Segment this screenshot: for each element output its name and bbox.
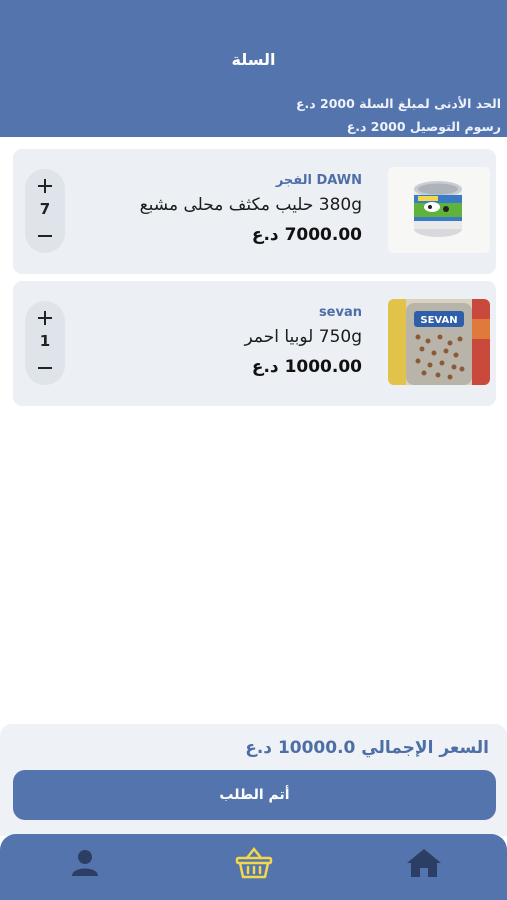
product-price: 1000.00 د.ع [251,357,362,377]
quantity-stepper: 1 [25,301,65,385]
plus-icon[interactable] [25,306,65,330]
product-price: 7000.00 د.ع [251,225,362,245]
svg-text:SEVAN: SEVAN [420,315,457,326]
delivery-fee-note: رسوم التوصيل 2000 د.ع [346,119,501,134]
minus-icon[interactable] [25,356,65,380]
minus-icon[interactable] [25,224,65,248]
user-icon[interactable] [65,846,105,880]
product-image: SEVAN [388,299,490,385]
total-price: السعر الإجمالي 10000.0 د.ع [245,738,489,758]
product-name: 750g لوبيا احمر [244,327,362,347]
quantity-value: 1 [39,332,51,350]
min-order-note: الحد الأدنى لمبلغ السلة 2000 د.ع [295,96,501,111]
product-brand: sevan [318,305,362,320]
product-brand: DAWN الفجر [275,173,362,188]
product-name: 380g حليب مكثف محلى مشبع [139,195,362,215]
app-header: السلة الحد الأدنى لمبلغ السلة 2000 د.ع ر… [0,0,507,137]
basket-icon[interactable] [234,846,274,880]
page-title: السلة [231,50,276,69]
checkout-button[interactable]: أتم الطلب [13,770,496,820]
bottom-nav [0,834,507,900]
cart-item: DAWN الفجر 380g حليب مكثف محلى مشبع 7000… [13,149,496,274]
order-summary: السعر الإجمالي 10000.0 د.ع أتم الطلب [0,724,507,836]
product-image [388,167,490,253]
quantity-stepper: 7 [25,169,65,253]
home-icon[interactable] [404,846,444,880]
plus-icon[interactable] [25,174,65,198]
quantity-value: 7 [39,200,51,218]
cart-item: SEVAN sevan 750g لوبيا احمر 1000.00 د.ع … [13,281,496,406]
